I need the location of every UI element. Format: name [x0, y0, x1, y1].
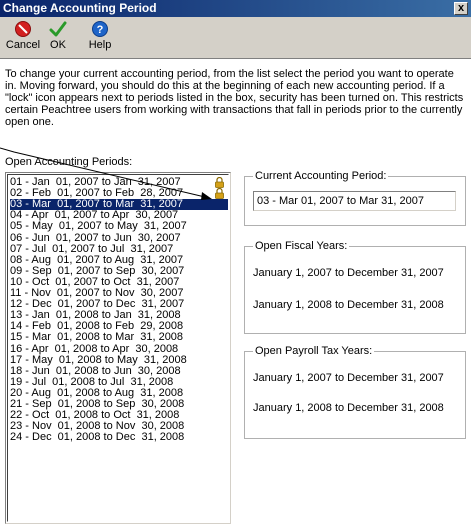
cancel-icon — [15, 21, 31, 37]
lock-icon — [215, 176, 224, 188]
ok-button[interactable]: OK — [38, 20, 78, 56]
payroll-year-item: January 1, 2008 to December 31, 2008 — [253, 402, 444, 414]
open-periods-list[interactable]: 01 - Jan 01, 2007 to Jan 31, 2007 02 - Fe… — [5, 172, 231, 524]
close-button[interactable]: x — [454, 2, 468, 15]
open-periods-list-inner: 01 - Jan 01, 2007 to Jan 31, 2007 02 - Fe… — [7, 174, 229, 522]
intro-text: To change your current accounting period… — [5, 68, 464, 128]
payroll-years-group: Open Payroll Tax Years: January 1, 2007 … — [244, 345, 466, 439]
help-icon: ? — [92, 21, 108, 37]
ok-label: OK — [50, 39, 66, 51]
fiscal-years-label: Open Fiscal Years: — [253, 240, 350, 252]
cancel-button[interactable]: Cancel — [3, 20, 43, 56]
fiscal-years-group: Open Fiscal Years: January 1, 2007 to De… — [244, 240, 466, 334]
current-period-group: Current Accounting Period: 03 - Mar 01, … — [244, 170, 466, 226]
svg-text:?: ? — [97, 24, 104, 36]
payroll-year-item: January 1, 2007 to December 31, 2007 — [253, 372, 444, 384]
payroll-years-label: Open Payroll Tax Years: — [253, 345, 375, 357]
help-button[interactable]: ? Help — [80, 20, 120, 56]
current-period-label: Current Accounting Period: — [253, 170, 389, 182]
help-label: Help — [88, 39, 112, 51]
close-icon: x — [457, 2, 465, 14]
open-periods-label: Open Accounting Periods: — [5, 156, 133, 168]
window-titlebar: Change Accounting Period x — [0, 0, 471, 17]
checkmark-icon — [49, 21, 67, 37]
period-row[interactable]: 24 - Dec 01, 2008 to Dec 31, 2008 — [10, 432, 228, 443]
dialog-content: To change your current accounting period… — [0, 60, 471, 530]
lock-icon — [215, 188, 224, 199]
current-period-field: 03 - Mar 01, 2007 to Mar 31, 2007 — [253, 191, 456, 211]
window-title: Change Accounting Period — [3, 1, 157, 15]
toolbar: Cancel OK ? Help — [0, 17, 471, 59]
fiscal-year-item: January 1, 2007 to December 31, 2007 — [253, 267, 444, 279]
period-row-label: 24 - Dec 01, 2008 to Dec 31, 2008 — [10, 431, 185, 444]
cancel-label: Cancel — [5, 39, 41, 51]
fiscal-year-item: January 1, 2008 to December 31, 2008 — [253, 299, 444, 311]
